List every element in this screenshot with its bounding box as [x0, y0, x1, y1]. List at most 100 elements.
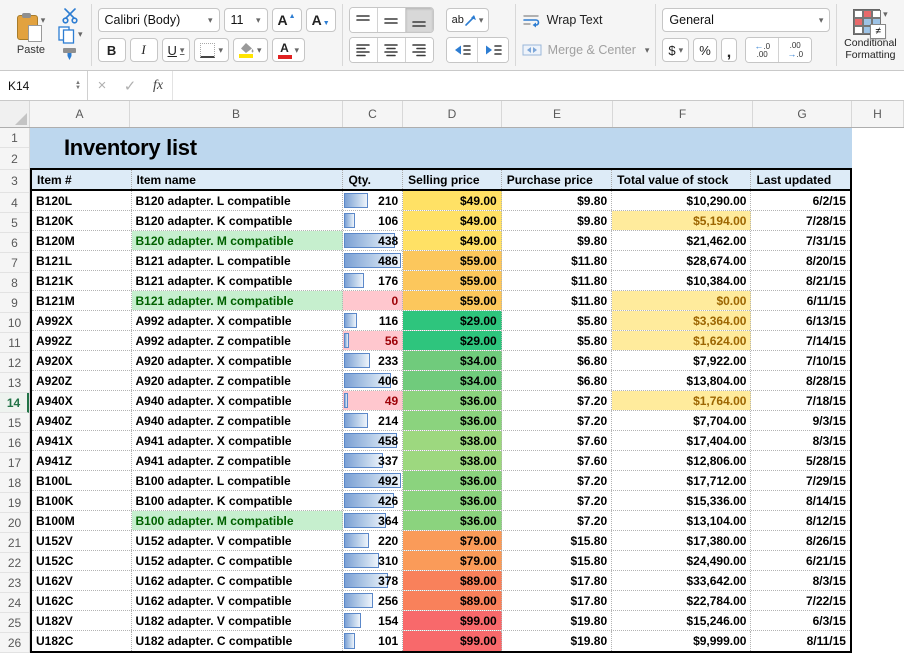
- cell-last-updated[interactable]: 6/3/15: [751, 611, 850, 630]
- cell-last-updated[interactable]: 6/2/15: [751, 191, 850, 210]
- cell-total-value[interactable]: $0.00: [612, 291, 751, 310]
- fill-color-button[interactable]: ▾: [233, 38, 268, 62]
- cell-last-updated[interactable]: 6/21/15: [751, 551, 850, 570]
- cell-name[interactable]: U162 adapter. V compatible: [132, 591, 344, 610]
- row-header-1[interactable]: 1: [0, 128, 29, 148]
- row-header-24[interactable]: 24: [0, 593, 29, 613]
- cell-name[interactable]: B120 adapter. M compatible: [132, 231, 344, 250]
- row-header-26[interactable]: 26: [0, 633, 29, 653]
- cell-item[interactable]: A920X: [32, 351, 132, 370]
- row-header-5[interactable]: 5: [0, 213, 29, 233]
- row-header-18[interactable]: 18: [0, 473, 29, 493]
- cell-name[interactable]: A920 adapter. Z compatible: [132, 371, 344, 390]
- cell-item[interactable]: B121M: [32, 291, 132, 310]
- conditional-formatting-button[interactable]: ≠ ▾ Conditional Formatting: [837, 0, 903, 70]
- cell-item[interactable]: A940Z: [32, 411, 132, 430]
- cell-total-value[interactable]: $12,806.00: [612, 451, 751, 470]
- cell-name[interactable]: U182 adapter. V compatible: [132, 611, 344, 630]
- number-format-select[interactable]: General ▾: [662, 8, 830, 32]
- cell-name[interactable]: A992 adapter. X compatible: [132, 311, 344, 330]
- cell-name[interactable]: U152 adapter. C compatible: [132, 551, 344, 570]
- row-header-3[interactable]: 3: [0, 170, 29, 193]
- cell-purchase-price[interactable]: $11.80: [502, 251, 612, 270]
- cell-qty[interactable]: 378: [343, 571, 403, 590]
- table-header-2[interactable]: Item name: [132, 170, 344, 189]
- paste-button[interactable]: ▾ Paste: [8, 4, 54, 66]
- name-box-stepper[interactable]: ▲▼: [75, 81, 87, 91]
- column-header-A[interactable]: A: [30, 101, 130, 127]
- cell-name[interactable]: B100 adapter. K compatible: [132, 491, 344, 510]
- cell-last-updated[interactable]: 8/3/15: [751, 431, 850, 450]
- cell-selling-price[interactable]: $89.00: [403, 571, 502, 590]
- font-color-button[interactable]: A ▾: [272, 38, 306, 62]
- row-header-7[interactable]: 7: [0, 253, 29, 273]
- cell-purchase-price[interactable]: $5.80: [502, 311, 612, 330]
- cell-total-value[interactable]: $1,624.00: [612, 331, 751, 350]
- percent-style-button[interactable]: %: [693, 38, 717, 62]
- cell-purchase-price[interactable]: $7.20: [502, 411, 612, 430]
- row-header-21[interactable]: 21: [0, 533, 29, 553]
- formula-input[interactable]: [172, 71, 904, 100]
- cell-item[interactable]: U182V: [32, 611, 132, 630]
- cell-selling-price[interactable]: $49.00: [403, 191, 502, 210]
- cell-selling-price[interactable]: $99.00: [403, 631, 502, 651]
- enter-icon[interactable]: ✓: [116, 77, 144, 95]
- cell-qty[interactable]: 176: [343, 271, 403, 290]
- row-header-6[interactable]: 6: [0, 233, 29, 253]
- cell-selling-price[interactable]: $36.00: [403, 491, 502, 510]
- decrease-indent-button[interactable]: [447, 38, 478, 62]
- cell-item[interactable]: U152V: [32, 531, 132, 550]
- row-header-20[interactable]: 20: [0, 513, 29, 533]
- table-header-6[interactable]: Total value of stock: [612, 170, 751, 189]
- cell-total-value[interactable]: $15,246.00: [612, 611, 751, 630]
- cell-purchase-price[interactable]: $15.80: [502, 531, 612, 550]
- bold-button[interactable]: B: [98, 38, 126, 62]
- cell-qty[interactable]: 49: [343, 391, 403, 410]
- cell-selling-price[interactable]: $29.00: [403, 311, 502, 330]
- cell-total-value[interactable]: $9,999.00: [612, 631, 751, 651]
- table-header-5[interactable]: Purchase price: [502, 170, 612, 189]
- cell-last-updated[interactable]: 8/26/15: [751, 531, 850, 550]
- cell-last-updated[interactable]: 7/31/15: [751, 231, 850, 250]
- cell-qty[interactable]: 406: [343, 371, 403, 390]
- cell-selling-price[interactable]: $36.00: [403, 411, 502, 430]
- cell-item[interactable]: B120L: [32, 191, 132, 210]
- cell-name[interactable]: U182 adapter. C compatible: [132, 631, 344, 651]
- cell-name[interactable]: B100 adapter. L compatible: [132, 471, 344, 490]
- cell-qty[interactable]: 106: [343, 211, 403, 230]
- cell-total-value[interactable]: $10,384.00: [612, 271, 751, 290]
- cell-qty[interactable]: 101: [343, 631, 403, 651]
- cell-name[interactable]: B121 adapter. L compatible: [132, 251, 344, 270]
- cell-purchase-price[interactable]: $7.60: [502, 431, 612, 450]
- cell-item[interactable]: A920Z: [32, 371, 132, 390]
- cell-purchase-price[interactable]: $17.80: [502, 591, 612, 610]
- cell-purchase-price[interactable]: $7.60: [502, 451, 612, 470]
- cell-total-value[interactable]: $10,290.00: [612, 191, 751, 210]
- cell-name[interactable]: B100 adapter. M compatible: [132, 511, 344, 530]
- cell-item[interactable]: B121L: [32, 251, 132, 270]
- cell-selling-price[interactable]: $36.00: [403, 391, 502, 410]
- cell-purchase-price[interactable]: $5.80: [502, 331, 612, 350]
- cell-total-value[interactable]: $24,490.00: [612, 551, 751, 570]
- name-box[interactable]: K14 ▲▼: [0, 71, 88, 100]
- insert-function-icon[interactable]: fx: [144, 78, 172, 94]
- cell-total-value[interactable]: $17,404.00: [612, 431, 751, 450]
- cell-last-updated[interactable]: 8/3/15: [751, 571, 850, 590]
- cell-name[interactable]: A940 adapter. X compatible: [132, 391, 344, 410]
- borders-button[interactable]: ▾: [194, 38, 229, 62]
- cell-purchase-price[interactable]: $6.80: [502, 351, 612, 370]
- cell-last-updated[interactable]: 8/20/15: [751, 251, 850, 270]
- cell-selling-price[interactable]: $38.00: [403, 431, 502, 450]
- cell-total-value[interactable]: $33,642.00: [612, 571, 751, 590]
- row-header-11[interactable]: 11: [0, 333, 29, 353]
- cell-name[interactable]: A940 adapter. Z compatible: [132, 411, 344, 430]
- cell-total-value[interactable]: $15,336.00: [612, 491, 751, 510]
- cell-name[interactable]: B121 adapter. M compatible: [132, 291, 344, 310]
- cell-item[interactable]: B100L: [32, 471, 132, 490]
- cell-last-updated[interactable]: 9/3/15: [751, 411, 850, 430]
- increase-indent-button[interactable]: [478, 38, 508, 62]
- cell-selling-price[interactable]: $79.00: [403, 531, 502, 550]
- cell-total-value[interactable]: $21,462.00: [612, 231, 751, 250]
- cell-total-value[interactable]: $3,364.00: [612, 311, 751, 330]
- cell-last-updated[interactable]: 7/10/15: [751, 351, 850, 370]
